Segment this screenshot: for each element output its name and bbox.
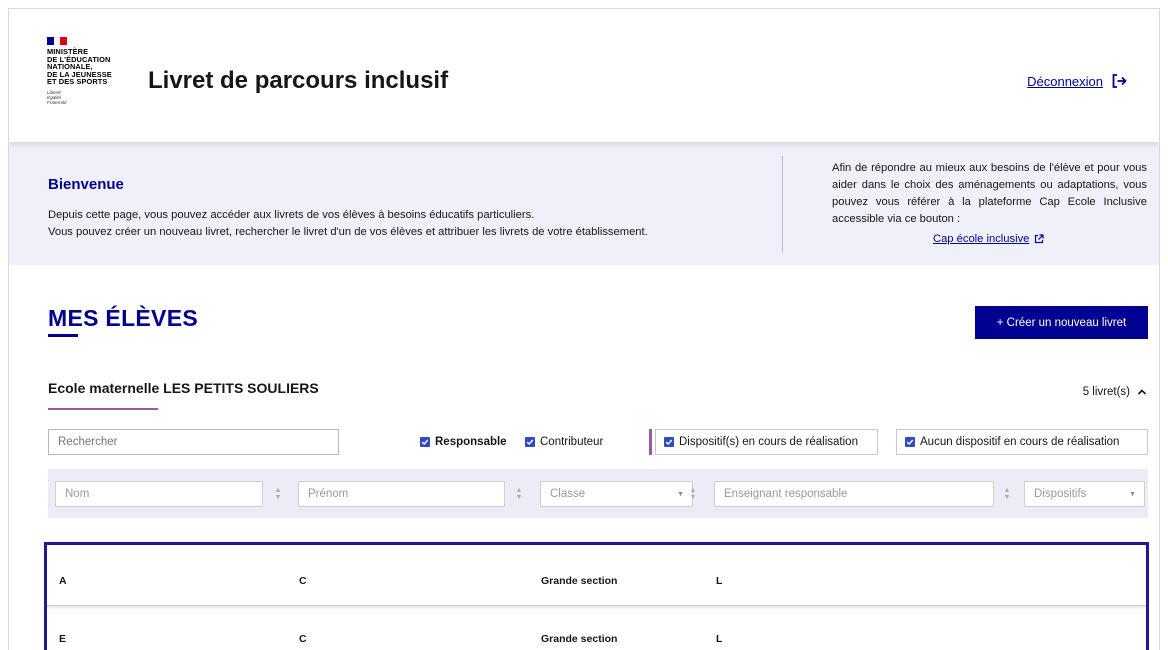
cell-classe: Grande section: [541, 632, 618, 645]
dispositifs-select[interactable]: Dispositifs ▼: [1024, 481, 1145, 507]
site-header: MINISTÈRE DE L'ÉDUCATION NATIONALE, DE L…: [9, 9, 1159, 142]
checkbox-checked-icon: [905, 437, 915, 447]
cap-ecole-link[interactable]: Cap école inclusive: [933, 233, 1044, 245]
checkbox-checked-icon: [420, 437, 430, 447]
aucun-dispositif-filter[interactable]: Aucun dispositif en cours de réalisation: [896, 429, 1148, 455]
page-title: MES ÉLÈVES: [48, 305, 198, 331]
classe-select-placeholder: Classe: [550, 488, 586, 500]
cap-ecole-description: Afin de répondre au mieux aux besoins de…: [832, 162, 1147, 225]
welcome-banner: Bienvenue Depuis cette page, vous pouvez…: [9, 142, 1159, 265]
cell-classe: Grande section: [541, 574, 618, 587]
dispositif-en-cours-checkbox[interactable]: Dispositif(s) en cours de réalisation: [664, 430, 869, 454]
nom-filter-placeholder: Nom: [65, 488, 90, 500]
table-row[interactable]: A C Grande section L: [47, 558, 1146, 603]
title-underline: [48, 334, 78, 337]
responsable-checkbox[interactable]: Responsable: [420, 436, 507, 448]
dispositif-en-cours-label: Dispositif(s) en cours de réalisation: [679, 436, 858, 448]
ministry-logo[interactable]: MINISTÈRE DE L'ÉDUCATION NATIONALE, DE L…: [47, 37, 137, 105]
filter-accent-bar: [649, 429, 652, 455]
flag-icon: [47, 37, 68, 45]
sort-icon[interactable]: ▲ ▼: [514, 483, 524, 505]
app-title: Livret de parcours inclusif: [148, 67, 449, 94]
logout-label: Déconnexion: [1027, 73, 1103, 89]
aucun-dispositif-checkbox[interactable]: Aucun dispositif en cours de réalisation: [905, 430, 1139, 454]
school-underline: [48, 408, 158, 410]
external-link-icon: [1035, 234, 1044, 244]
search-input[interactable]: [48, 429, 339, 455]
welcome-text-line: Depuis cette page, vous pouvez accéder a…: [48, 209, 535, 221]
nom-filter-input[interactable]: Nom: [55, 481, 263, 507]
cap-ecole-link-label: Cap école inclusive: [933, 233, 1030, 245]
cell-prenom: C: [299, 574, 307, 587]
contributeur-checkbox[interactable]: Contributeur: [525, 436, 603, 448]
chevron-down-icon: ▼: [677, 491, 684, 498]
checkbox-checked-icon: [525, 437, 535, 447]
prenom-filter-placeholder: Prénom: [308, 488, 349, 500]
welcome-text: Depuis cette page, vous pouvez accéder a…: [48, 207, 648, 241]
livret-count: 5 livret(s): [1082, 386, 1130, 398]
contributeur-label: Contributeur: [540, 436, 604, 448]
sort-icon[interactable]: ▲ ▼: [688, 483, 698, 505]
responsable-label: Responsable: [435, 436, 507, 448]
dispositifs-select-placeholder: Dispositifs: [1034, 488, 1087, 500]
prenom-filter-input[interactable]: Prénom: [298, 481, 505, 507]
chevron-up-icon: [1137, 389, 1147, 395]
logout-link[interactable]: Déconnexion: [1027, 73, 1127, 89]
cell-nom: A: [59, 574, 67, 587]
logout-icon: [1112, 74, 1127, 88]
dispositif-en-cours-filter[interactable]: Dispositif(s) en cours de réalisation: [655, 429, 878, 455]
livret-count-toggle[interactable]: 5 livret(s): [1083, 386, 1147, 398]
enseignant-filter-input[interactable]: Enseignant responsable: [714, 481, 994, 507]
table-row[interactable]: E C Grande section L: [47, 616, 1146, 650]
welcome-text-line: Vous pouvez créer un nouveau livret, rec…: [48, 226, 648, 238]
create-livret-button[interactable]: + Créer un nouveau livret: [975, 306, 1148, 339]
cell-enseignant: L: [716, 632, 723, 645]
chevron-down-icon: ▼: [1129, 491, 1136, 498]
school-name: Ecole maternelle LES PETITS SOULIERS: [48, 380, 319, 396]
cell-prenom: C: [299, 632, 307, 645]
banner-divider: [782, 156, 783, 252]
logo-motto-line: Fraternité: [47, 99, 67, 105]
aucun-dispositif-label: Aucun dispositif en cours de réalisation: [920, 436, 1120, 448]
welcome-title: Bienvenue: [48, 176, 124, 193]
checkbox-checked-icon: [664, 437, 674, 447]
column-filters: Nom ▲ ▼ Prénom ▲ ▼ Classe ▼ ▲ ▼ Enseignant …: [48, 469, 1148, 518]
enseignant-filter-placeholder: Enseignant responsable: [724, 488, 848, 500]
row-divider-shadow: [47, 606, 1146, 610]
students-table: A C Grande section L E C Grande section …: [44, 542, 1149, 650]
app-window: MINISTÈRE DE L'ÉDUCATION NATIONALE, DE L…: [8, 8, 1160, 650]
cell-enseignant: L: [716, 574, 723, 587]
cell-nom: E: [59, 632, 67, 645]
sort-icon[interactable]: ▲ ▼: [1002, 483, 1012, 505]
logo-line: ET DES SPORTS: [47, 77, 108, 87]
classe-select[interactable]: Classe ▼: [540, 481, 693, 507]
sort-icon[interactable]: ▲ ▼: [273, 483, 283, 505]
